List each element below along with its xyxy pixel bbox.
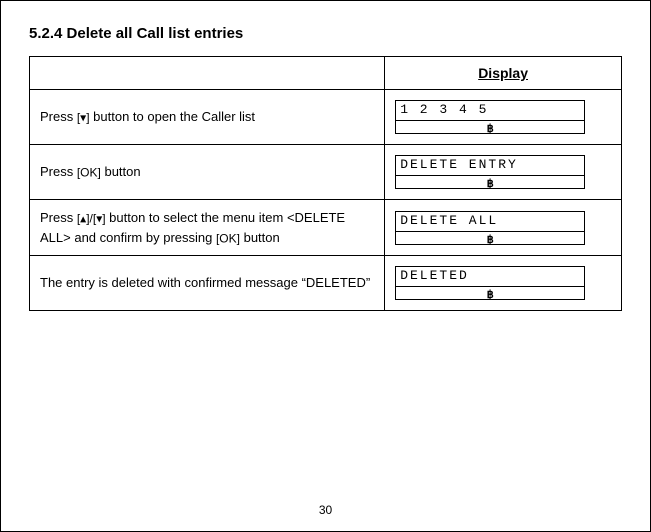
table-header-row: Display	[30, 57, 622, 90]
lcd-line1: DELETED	[396, 267, 584, 286]
header-empty-cell	[30, 57, 385, 90]
instruction-cell: Press [▾] button to open the Caller list	[30, 90, 385, 145]
lcd-screen: 1 2 3 4 5 ฿	[395, 100, 585, 134]
display-cell: DELETE ALL ฿	[385, 200, 622, 256]
section-heading: 5.2.4 Delete all Call list entries	[29, 25, 622, 42]
instruction-text: Press	[40, 164, 77, 179]
lcd-screen: DELETE ALL ฿	[395, 211, 585, 245]
up-down-button-label: [▴]/[▾]	[77, 212, 106, 226]
manual-page: 5.2.4 Delete all Call list entries Displ…	[0, 0, 651, 532]
display-cell: DELETED ฿	[385, 256, 622, 311]
instruction-text: The entry is deleted with confirmed mess…	[40, 275, 370, 290]
display-cell: DELETE ENTRY ฿	[385, 145, 622, 200]
table-row: The entry is deleted with confirmed mess…	[30, 256, 622, 311]
instruction-text: button to open the Caller list	[90, 109, 256, 124]
bluetooth-icon: ฿	[487, 235, 494, 245]
steps-table: Display Press [▾] button to open the Cal…	[29, 56, 622, 311]
lcd-screen: DELETED ฿	[395, 266, 585, 300]
table-row: Press [▴]/[▾] button to select the menu …	[30, 200, 622, 256]
ok-button-label: [OK]	[216, 231, 240, 245]
lcd-line2: ฿	[396, 286, 584, 300]
table-row: Press [OK] button DELETE ENTRY ฿	[30, 145, 622, 200]
instruction-text: Press	[40, 210, 77, 225]
ok-button-label: [OK]	[77, 166, 101, 180]
down-button-label: [▾]	[77, 111, 90, 125]
instruction-cell: The entry is deleted with confirmed mess…	[30, 256, 385, 311]
page-number: 30	[1, 503, 650, 517]
lcd-line1: DELETE ENTRY	[396, 156, 584, 175]
instruction-cell: Press [OK] button	[30, 145, 385, 200]
display-cell: 1 2 3 4 5 ฿	[385, 90, 622, 145]
instruction-text: Press	[40, 109, 77, 124]
lcd-line2: ฿	[396, 231, 584, 245]
instruction-text: button	[240, 230, 280, 245]
bluetooth-icon: ฿	[487, 124, 494, 134]
instruction-cell: Press [▴]/[▾] button to select the menu …	[30, 200, 385, 256]
header-display-cell: Display	[385, 57, 622, 90]
lcd-line1: 1 2 3 4 5	[396, 101, 584, 120]
table-row: Press [▾] button to open the Caller list…	[30, 90, 622, 145]
lcd-line1: DELETE ALL	[396, 212, 584, 231]
lcd-line2: ฿	[396, 120, 584, 134]
lcd-screen: DELETE ENTRY ฿	[395, 155, 585, 189]
instruction-text: button	[101, 164, 141, 179]
bluetooth-icon: ฿	[487, 179, 494, 189]
bluetooth-icon: ฿	[487, 290, 494, 300]
lcd-line2: ฿	[396, 175, 584, 189]
